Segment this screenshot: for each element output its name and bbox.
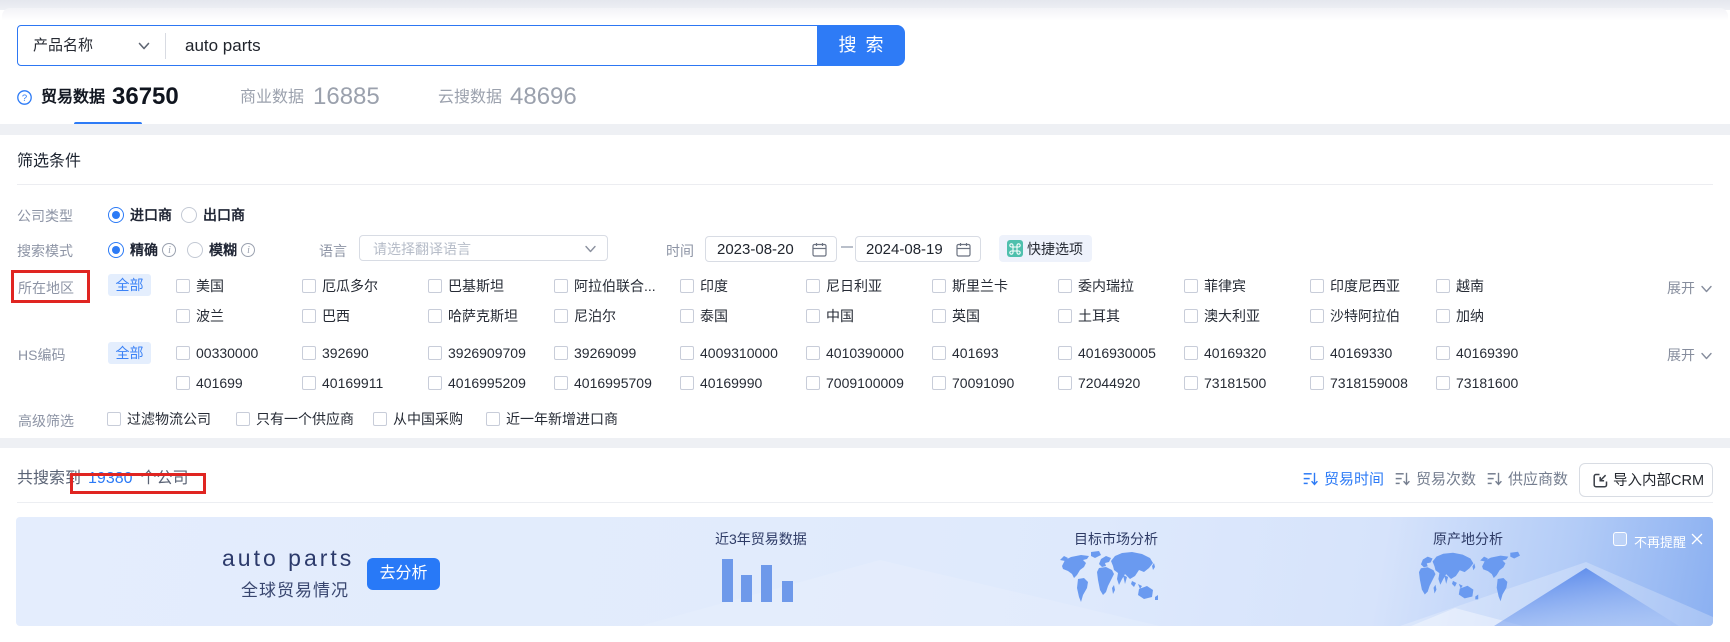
svg-text:?: ?: [22, 93, 27, 104]
